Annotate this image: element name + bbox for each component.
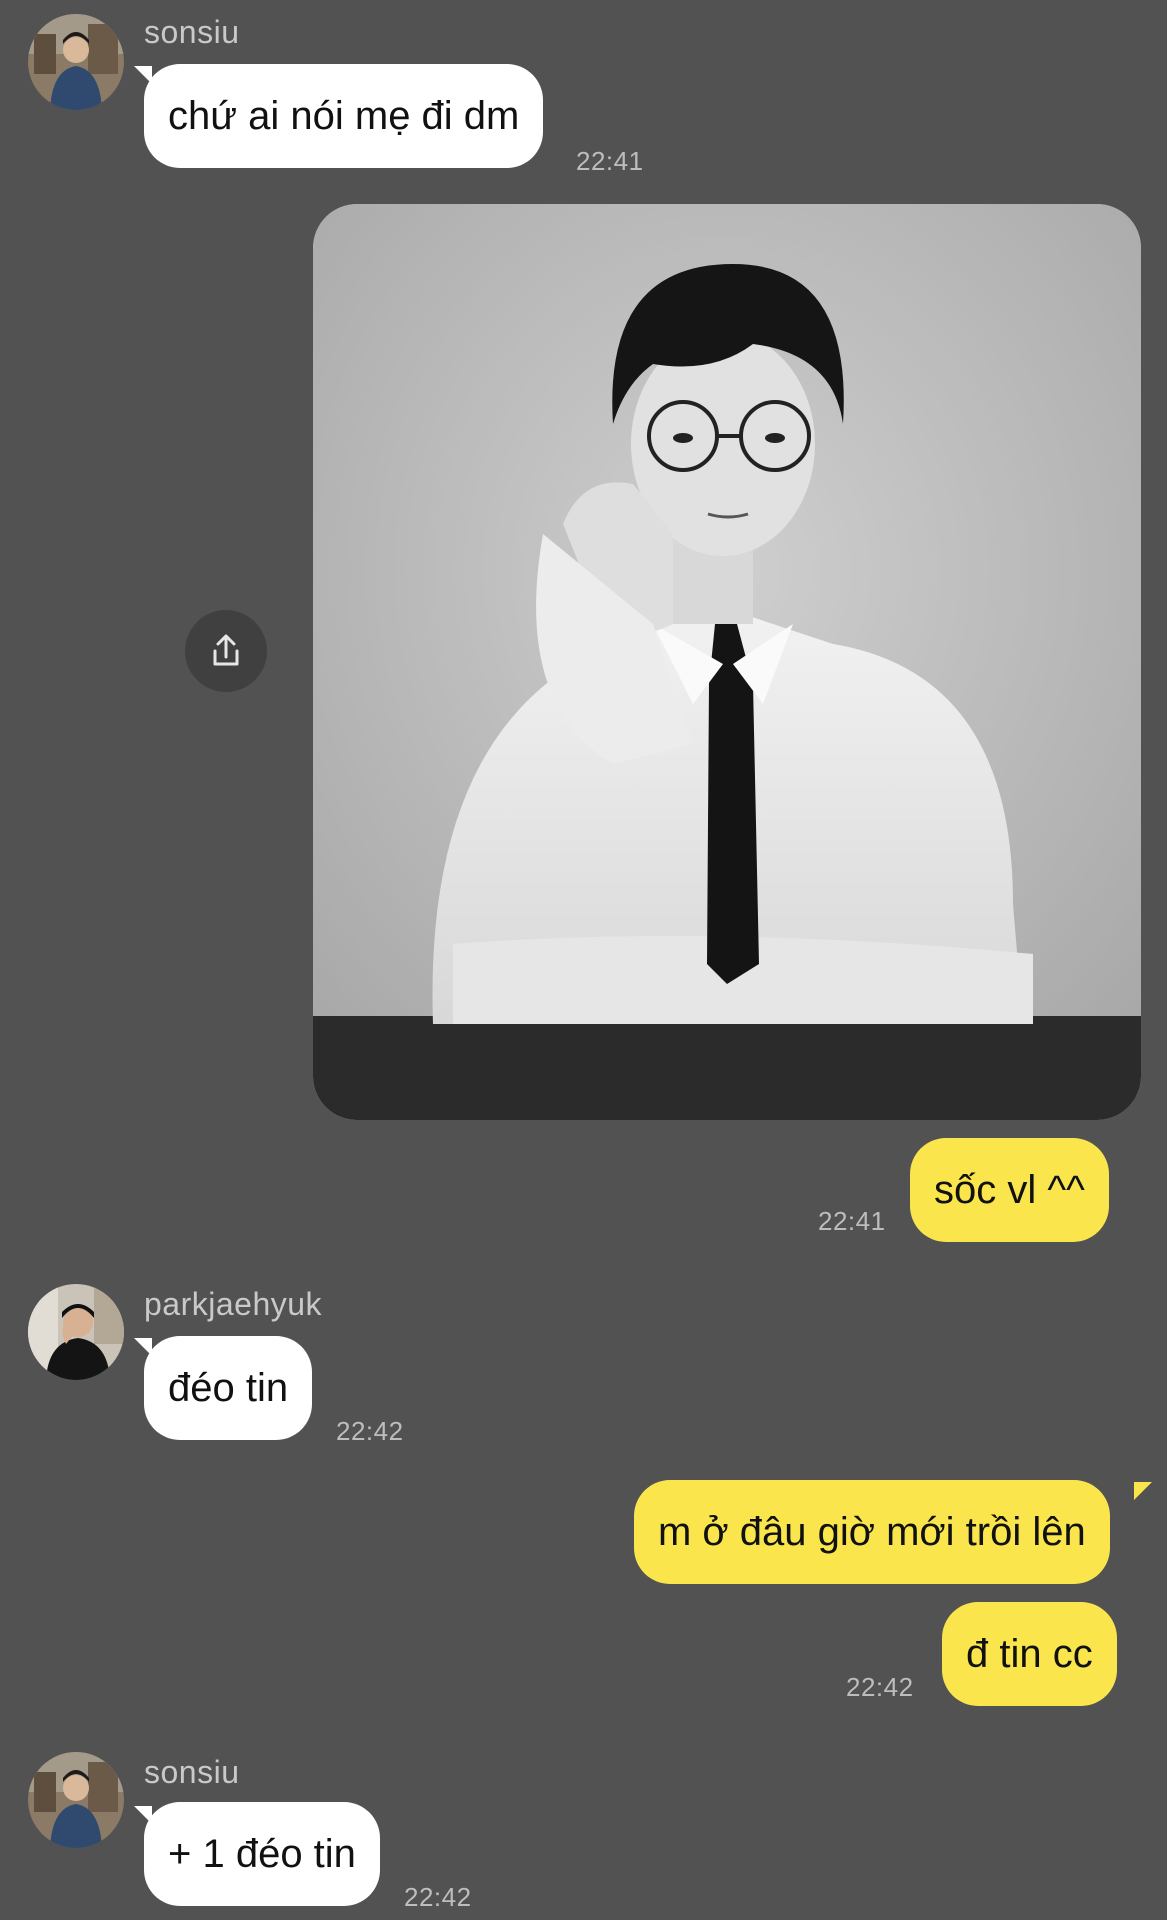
message-photo[interactable]: [313, 204, 1141, 1120]
timestamp: 22:42: [404, 1882, 472, 1912]
message-bubble[interactable]: chứ ai nói mẹ đi dm: [144, 64, 544, 168]
message-bubble[interactable]: + 1 đéo tin: [144, 1802, 380, 1906]
timestamp: 22:42: [846, 1672, 914, 1702]
sender-name: sonsiu: [144, 1754, 240, 1790]
message-bubble[interactable]: sốc vl ^^: [910, 1138, 1109, 1242]
message-bubble[interactable]: m ở đâu giờ mới trồi lên: [634, 1480, 1110, 1584]
timestamp: 22:41: [818, 1206, 886, 1236]
timestamp: 22:42: [336, 1416, 404, 1446]
message-bubble[interactable]: đéo tin: [144, 1336, 313, 1440]
share-button[interactable]: [185, 610, 267, 692]
avatar-parkjaehyuk[interactable]: [28, 1284, 124, 1380]
avatar-sonsiu[interactable]: [28, 14, 124, 110]
sender-name: sonsiu: [144, 14, 240, 50]
share-icon: [213, 634, 239, 666]
timestamp: 22:41: [576, 146, 644, 176]
avatar-sonsiu[interactable]: [28, 1752, 124, 1848]
sender-name: parkjaehyuk: [144, 1286, 323, 1322]
message-bubble[interactable]: đ tin cc: [942, 1602, 1117, 1706]
bubble-tail: [1134, 1482, 1152, 1500]
